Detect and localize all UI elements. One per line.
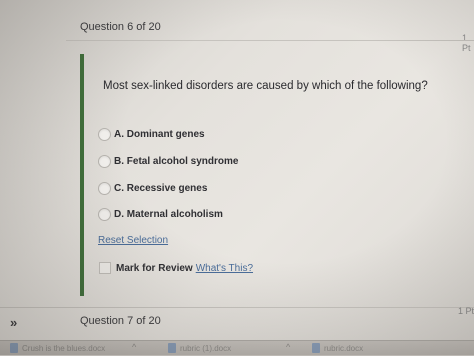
download-item[interactable]: Crush is the blues.docx	[10, 343, 105, 353]
answer-option-label: B. Fetal alcohol syndrome	[114, 155, 239, 167]
answer-option-d[interactable]: D. Maternal alcoholism	[98, 207, 223, 221]
download-item[interactable]: rubric (1).docx	[168, 343, 231, 353]
downloads-bar: Crush is the blues.docx ^ rubric (1).doc…	[0, 340, 474, 356]
next-question-label[interactable]: Question 7 of 20	[80, 315, 161, 327]
review-checkbox[interactable]	[99, 262, 111, 274]
points-label: 1 Pt	[458, 306, 474, 316]
answer-option-label: D. Maternal alcoholism	[114, 208, 223, 220]
document-icon	[168, 343, 176, 353]
answer-option-b[interactable]: B. Fetal alcohol syndrome	[98, 154, 238, 168]
radio-button[interactable]	[98, 154, 111, 168]
download-filename: Crush is the blues.docx	[22, 343, 106, 353]
review-label: Mark for Review	[116, 262, 193, 274]
reset-selection-link[interactable]: Reset Selection	[98, 235, 168, 246]
radio-button[interactable]	[98, 127, 111, 141]
download-filename: rubric (1).docx	[180, 343, 232, 353]
whats-this-link[interactable]: What's This?	[196, 263, 253, 274]
document-icon	[312, 343, 320, 353]
download-item[interactable]: rubric.docx	[312, 343, 363, 353]
document-icon	[10, 343, 18, 353]
question-counter: Question 6 of 20	[80, 21, 161, 33]
footer-divider	[0, 307, 474, 308]
download-filename: rubric.docx	[324, 343, 364, 353]
expand-sidebar-icon[interactable]: »	[10, 315, 17, 330]
answer-option-a[interactable]: A. Dominant genes	[98, 127, 205, 141]
chevron-up-icon[interactable]: ^	[286, 342, 290, 352]
points-label: 1 Pt	[462, 33, 471, 53]
answer-option-c[interactable]: C. Recessive genes	[98, 181, 207, 195]
radio-button[interactable]	[98, 207, 111, 221]
mark-for-review[interactable]: Mark for Review What's This?	[99, 262, 253, 274]
radio-button[interactable]	[98, 181, 111, 195]
answer-option-label: A. Dominant genes	[114, 128, 205, 140]
header-divider	[66, 40, 474, 41]
answer-option-label: C. Recessive genes	[114, 182, 208, 194]
question-text: Most sex-linked disorders are caused by …	[103, 80, 428, 92]
chevron-up-icon[interactable]: ^	[132, 342, 136, 352]
